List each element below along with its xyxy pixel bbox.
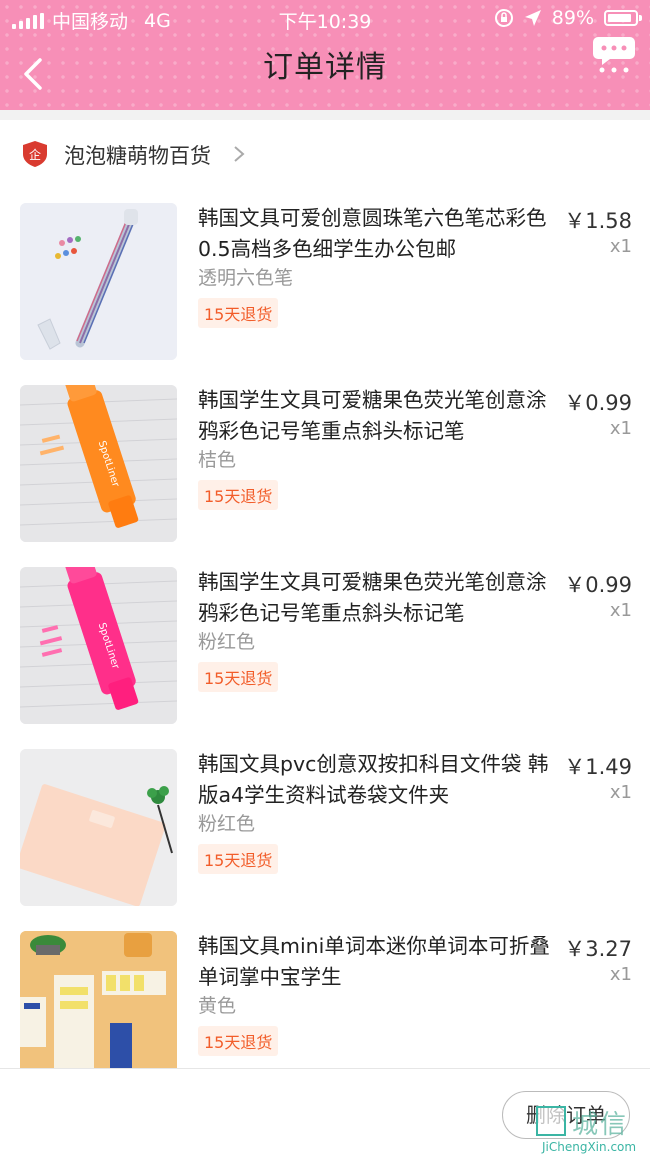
product-thumbnail[interactable]: SpotLiner [20,567,177,724]
return-policy-badge: 15天退货 [198,298,279,328]
shop-row[interactable]: 企 泡泡糖萌物百货 [0,120,650,188]
product-title[interactable]: 韩国学生文具可爱糖果色荧光笔创意涂鸦彩色记号笔重点斜头标记笔 [198,385,550,447]
product-title[interactable]: 韩国文具可爱创意圆珠笔六色笔芯彩色0.5高档多色细学生办公包邮 [198,203,550,265]
product-thumbnail[interactable]: SpotLiner [20,385,177,542]
return-policy-badge: 15天退货 [198,844,279,874]
watermark-url: JiChengXin.com [542,1140,637,1154]
status-bar: 中国移动 4G 下午10:39 89% [0,0,650,36]
shop-name[interactable]: 泡泡糖萌物百货 [64,140,211,170]
product-sku: 透明六色笔 [198,267,294,289]
product-sku: 粉红色 [198,631,256,653]
product-sku: 桔色 [198,449,237,471]
return-policy-badge: 15天退货 [198,662,279,692]
product-price: ￥1.49 [564,755,632,779]
rotation-lock-icon [494,9,513,27]
product-thumbnail[interactable] [20,931,177,1088]
battery-icon [604,10,642,26]
watermark: 城信 JiChengXin.com [536,1104,650,1156]
product-price: ￥1.58 [564,209,632,233]
nav-bar: 订单详情 [0,37,650,106]
more-icon[interactable] [592,34,636,74]
battery-percent: 89% [551,7,594,29]
product-thumbnail[interactable] [20,203,177,360]
product-quantity: x1 [609,964,632,985]
page-title: 订单详情 [263,50,387,85]
product-sku: 黄色 [198,995,237,1017]
order-item[interactable]: 韩国文具pvc创意双按扣科目文件袋 韩版a4学生资料试卷袋文件夹 粉红色 15天… [0,749,650,931]
svg-text:企: 企 [29,147,41,162]
header: 中国移动 4G 下午10:39 89% 订单详情 [0,0,650,110]
order-item[interactable]: 韩国文具可爱创意圆珠笔六色笔芯彩色0.5高档多色细学生办公包邮 透明六色笔 15… [0,203,650,385]
product-title[interactable]: 韩国学生文具可爱糖果色荧光笔创意涂鸦彩色记号笔重点斜头标记笔 [198,567,550,629]
product-sku: 粉红色 [198,813,256,835]
product-title[interactable]: 韩国文具pvc创意双按扣科目文件袋 韩版a4学生资料试卷袋文件夹 [198,749,550,811]
order-item[interactable]: SpotLiner 韩国学生文具可爱糖果色荧光笔创意涂鸦彩色记号笔重点斜头标记笔… [0,567,650,749]
watermark-text: 城信 [572,1110,629,1140]
product-price: ￥0.99 [564,391,632,415]
product-quantity: x1 [609,782,632,803]
chevron-right-icon [234,146,245,162]
return-policy-badge: 15天退货 [198,1026,279,1056]
shop-shield-icon: 企 [23,141,47,167]
product-price: ￥0.99 [564,573,632,597]
watermark-logo-icon [536,1106,566,1136]
product-quantity: x1 [609,236,632,257]
product-thumbnail[interactable] [20,749,177,906]
divider [0,110,650,120]
product-quantity: x1 [609,418,632,439]
location-icon [524,10,541,26]
return-policy-badge: 15天退货 [198,480,279,510]
order-item[interactable]: SpotLiner 韩国学生文具可爱糖果色荧光笔创意涂鸦彩色记号笔重点斜头标记笔… [0,385,650,567]
product-title[interactable]: 韩国文具mini单词本迷你单词本可折叠单词掌中宝学生 [198,931,550,993]
product-quantity: x1 [609,600,632,621]
product-price: ￥3.27 [564,937,632,961]
